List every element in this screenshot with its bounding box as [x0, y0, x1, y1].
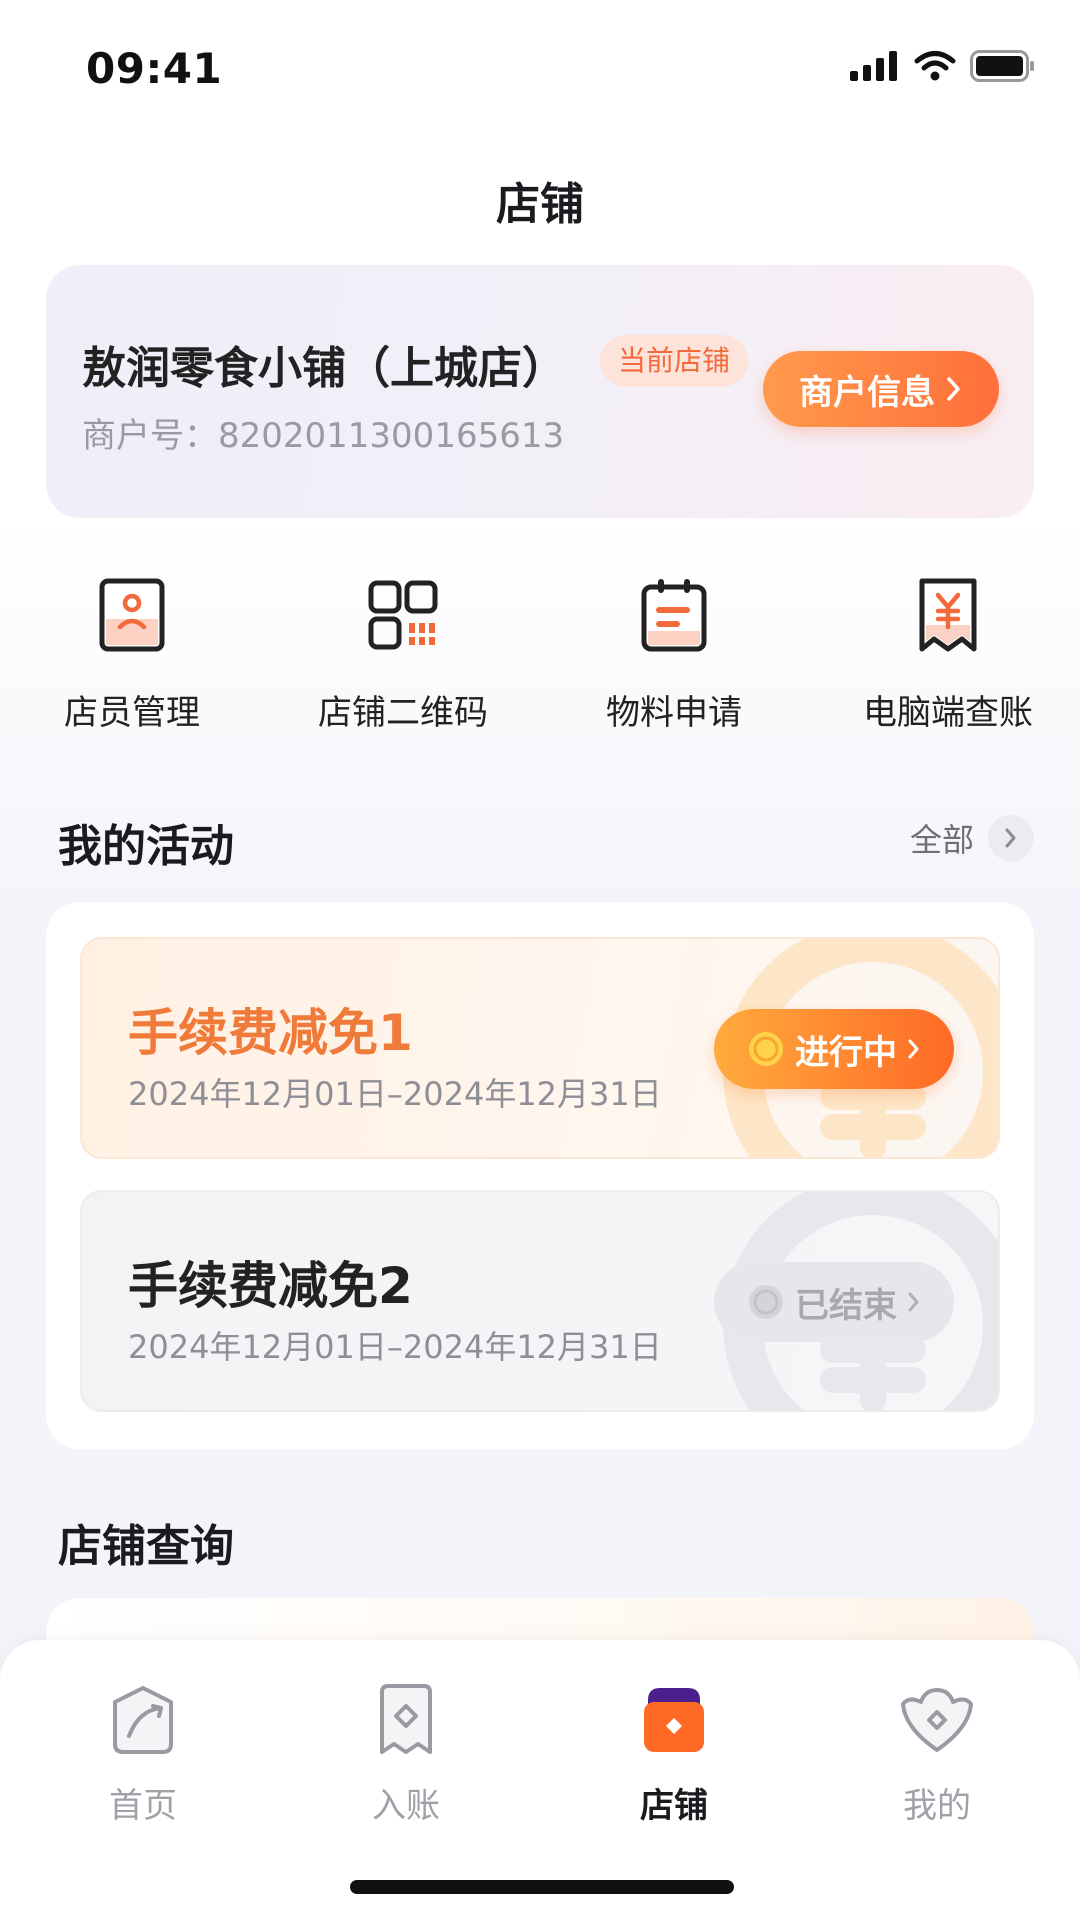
quick-action-material[interactable]: 物料申请	[549, 575, 799, 734]
chevron-right-icon	[947, 377, 960, 401]
wifi-icon	[914, 51, 956, 81]
chevron-right-icon	[988, 815, 1034, 861]
activity-status-button[interactable]: 进行中	[714, 1009, 954, 1089]
quick-action-label: 物料申请	[606, 693, 742, 733]
merchant-number: 商户号：8202011300165613	[82, 416, 565, 456]
chevron-right-icon	[908, 1039, 919, 1059]
activities-title: 我的活动	[58, 821, 234, 872]
qr-code-icon	[368, 580, 438, 650]
activity-card[interactable]: 手续费减免1 2024年12月01日–2024年12月31日 进行中	[80, 937, 1000, 1159]
activity-date: 2024年12月01日–2024年12月31日	[128, 1075, 662, 1113]
view-all-link[interactable]: 全部	[910, 815, 1034, 861]
store-icon	[644, 1688, 704, 1752]
receipt-icon	[380, 1684, 432, 1754]
quick-action-label: 店员管理	[64, 693, 200, 733]
activity-card[interactable]: 手续费减免2 2024年12月01日–2024年12月31日 已结束	[80, 1190, 1000, 1412]
material-icon	[641, 579, 707, 652]
tab-store[interactable]: 店铺	[574, 1680, 774, 1827]
merchant-info-label: 商户信息	[799, 372, 935, 413]
view-all-label: 全部	[909, 821, 974, 859]
tab-label: 入账	[372, 1786, 440, 1826]
battery-icon	[970, 50, 1034, 82]
home-indicator	[350, 1880, 734, 1894]
activity-status-label: 已结束	[795, 1285, 897, 1326]
page-title: 店铺	[496, 179, 584, 230]
activity-title: 手续费减免2	[128, 1257, 413, 1315]
store-name: 敖润零食小铺（上城店）	[82, 343, 566, 394]
status-icons	[850, 50, 1036, 82]
tab-label: 首页	[109, 1786, 177, 1826]
tab-receipt[interactable]: 入账	[306, 1680, 506, 1827]
coin-icon	[749, 1285, 783, 1319]
quick-action-qr[interactable]: 店铺二维码	[278, 575, 528, 734]
quick-action-label: 电脑端查账	[863, 693, 1033, 733]
activity-status-button[interactable]: 已结束	[714, 1262, 954, 1342]
store-query-title: 店铺查询	[58, 1521, 234, 1572]
bill-icon	[919, 578, 977, 652]
staff-icon	[99, 578, 165, 652]
current-store-badge: 当前店铺	[600, 335, 749, 387]
tab-label: 我的	[903, 1786, 971, 1826]
tab-profile[interactable]: 我的	[837, 1680, 1037, 1827]
status-time: 09:41	[86, 44, 223, 93]
quick-action-bill[interactable]: 电脑端查账	[823, 575, 1073, 734]
activity-date: 2024年12月01日–2024年12月31日	[128, 1328, 662, 1366]
activity-title: 手续费减免1	[128, 1004, 413, 1062]
activity-status-label: 进行中	[795, 1032, 897, 1073]
quick-action-label: 店铺二维码	[318, 693, 488, 733]
coin-icon	[749, 1032, 783, 1066]
signal-icon	[850, 51, 897, 81]
profile-icon	[901, 1688, 973, 1752]
home-icon	[113, 1686, 173, 1754]
chevron-right-icon	[908, 1292, 919, 1312]
quick-action-staff[interactable]: 店员管理	[7, 575, 257, 734]
merchant-info-button[interactable]: 商户信息	[763, 351, 999, 427]
tab-label: 店铺	[640, 1786, 708, 1826]
tab-home[interactable]: 首页	[43, 1680, 243, 1827]
